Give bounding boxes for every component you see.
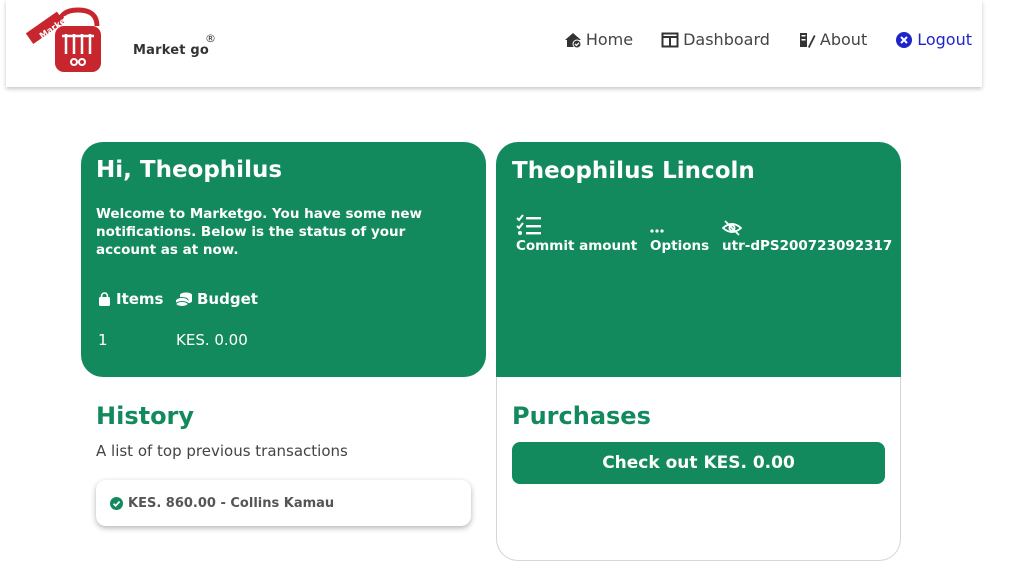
items-value: 1	[98, 331, 108, 349]
purchases-title: Purchases	[512, 402, 651, 430]
shopping-bag-logo-icon: Market	[25, 7, 101, 72]
registered-mark: ®	[205, 32, 216, 45]
navbar: Market Market go ® Home Dashboard About	[6, 0, 982, 87]
reference-info: utr-dPS200723092317	[722, 212, 892, 254]
coins-icon	[175, 292, 192, 307]
nav-about-label: About	[819, 30, 868, 49]
transaction-text: KES. 860.00 - Collins Kamau	[128, 495, 335, 511]
main-nav: Home Dashboard About Logout	[536, 30, 972, 49]
nav-logout-link[interactable]: Logout	[895, 30, 972, 49]
budget-value: KES. 0.00	[176, 331, 248, 349]
brand-logo[interactable]: Market Market go ®	[22, 6, 216, 76]
check-circle-icon	[110, 496, 123, 510]
nav-home-link[interactable]: Home	[564, 30, 633, 49]
checkout-button[interactable]: Check out KES. 0.00	[512, 442, 885, 484]
profile-card: Theophilus Lincoln Commit amount Options…	[496, 142, 901, 377]
brand-name: Market go	[133, 43, 210, 58]
commit-amount-action[interactable]: Commit amount	[516, 212, 637, 254]
dashboard-icon	[661, 31, 679, 49]
budget-label: Budget	[197, 290, 258, 308]
items-label: Items	[116, 290, 164, 308]
nav-dashboard-link[interactable]: Dashboard	[661, 30, 770, 49]
nav-home-label: Home	[585, 30, 634, 49]
profile-name: Theophilus Lincoln	[512, 158, 755, 184]
options-action[interactable]: Options	[650, 212, 709, 254]
reference-code: utr-dPS200723092317	[722, 238, 893, 254]
home-icon	[564, 31, 582, 49]
ellipsis-icon	[650, 212, 709, 236]
commit-amount-label: Commit amount	[516, 238, 638, 254]
nav-logout-label: Logout	[917, 30, 972, 49]
nav-about-link[interactable]: About	[798, 30, 867, 49]
shopping-bag-icon	[99, 291, 110, 306]
budget-header: Budget	[175, 290, 258, 308]
about-icon	[798, 31, 816, 49]
close-circle-icon	[895, 31, 913, 49]
welcome-message: Welcome to Marketgo. You have some new n…	[96, 206, 422, 258]
items-header: Items	[97, 290, 163, 308]
nav-dashboard-label: Dashboard	[683, 30, 770, 49]
greeting-heading: Hi, Theophilus	[96, 157, 283, 183]
history-subtitle: A list of top previous transactions	[96, 442, 348, 460]
history-title: History	[96, 402, 195, 430]
checklist-icon	[516, 212, 637, 236]
options-label: Options	[650, 238, 710, 254]
eye-slash-icon	[722, 212, 892, 236]
account-summary-card: Hi, Theophilus Welcome to Marketgo. You …	[81, 142, 486, 377]
transaction-item[interactable]: KES. 860.00 - Collins Kamau	[96, 480, 471, 526]
